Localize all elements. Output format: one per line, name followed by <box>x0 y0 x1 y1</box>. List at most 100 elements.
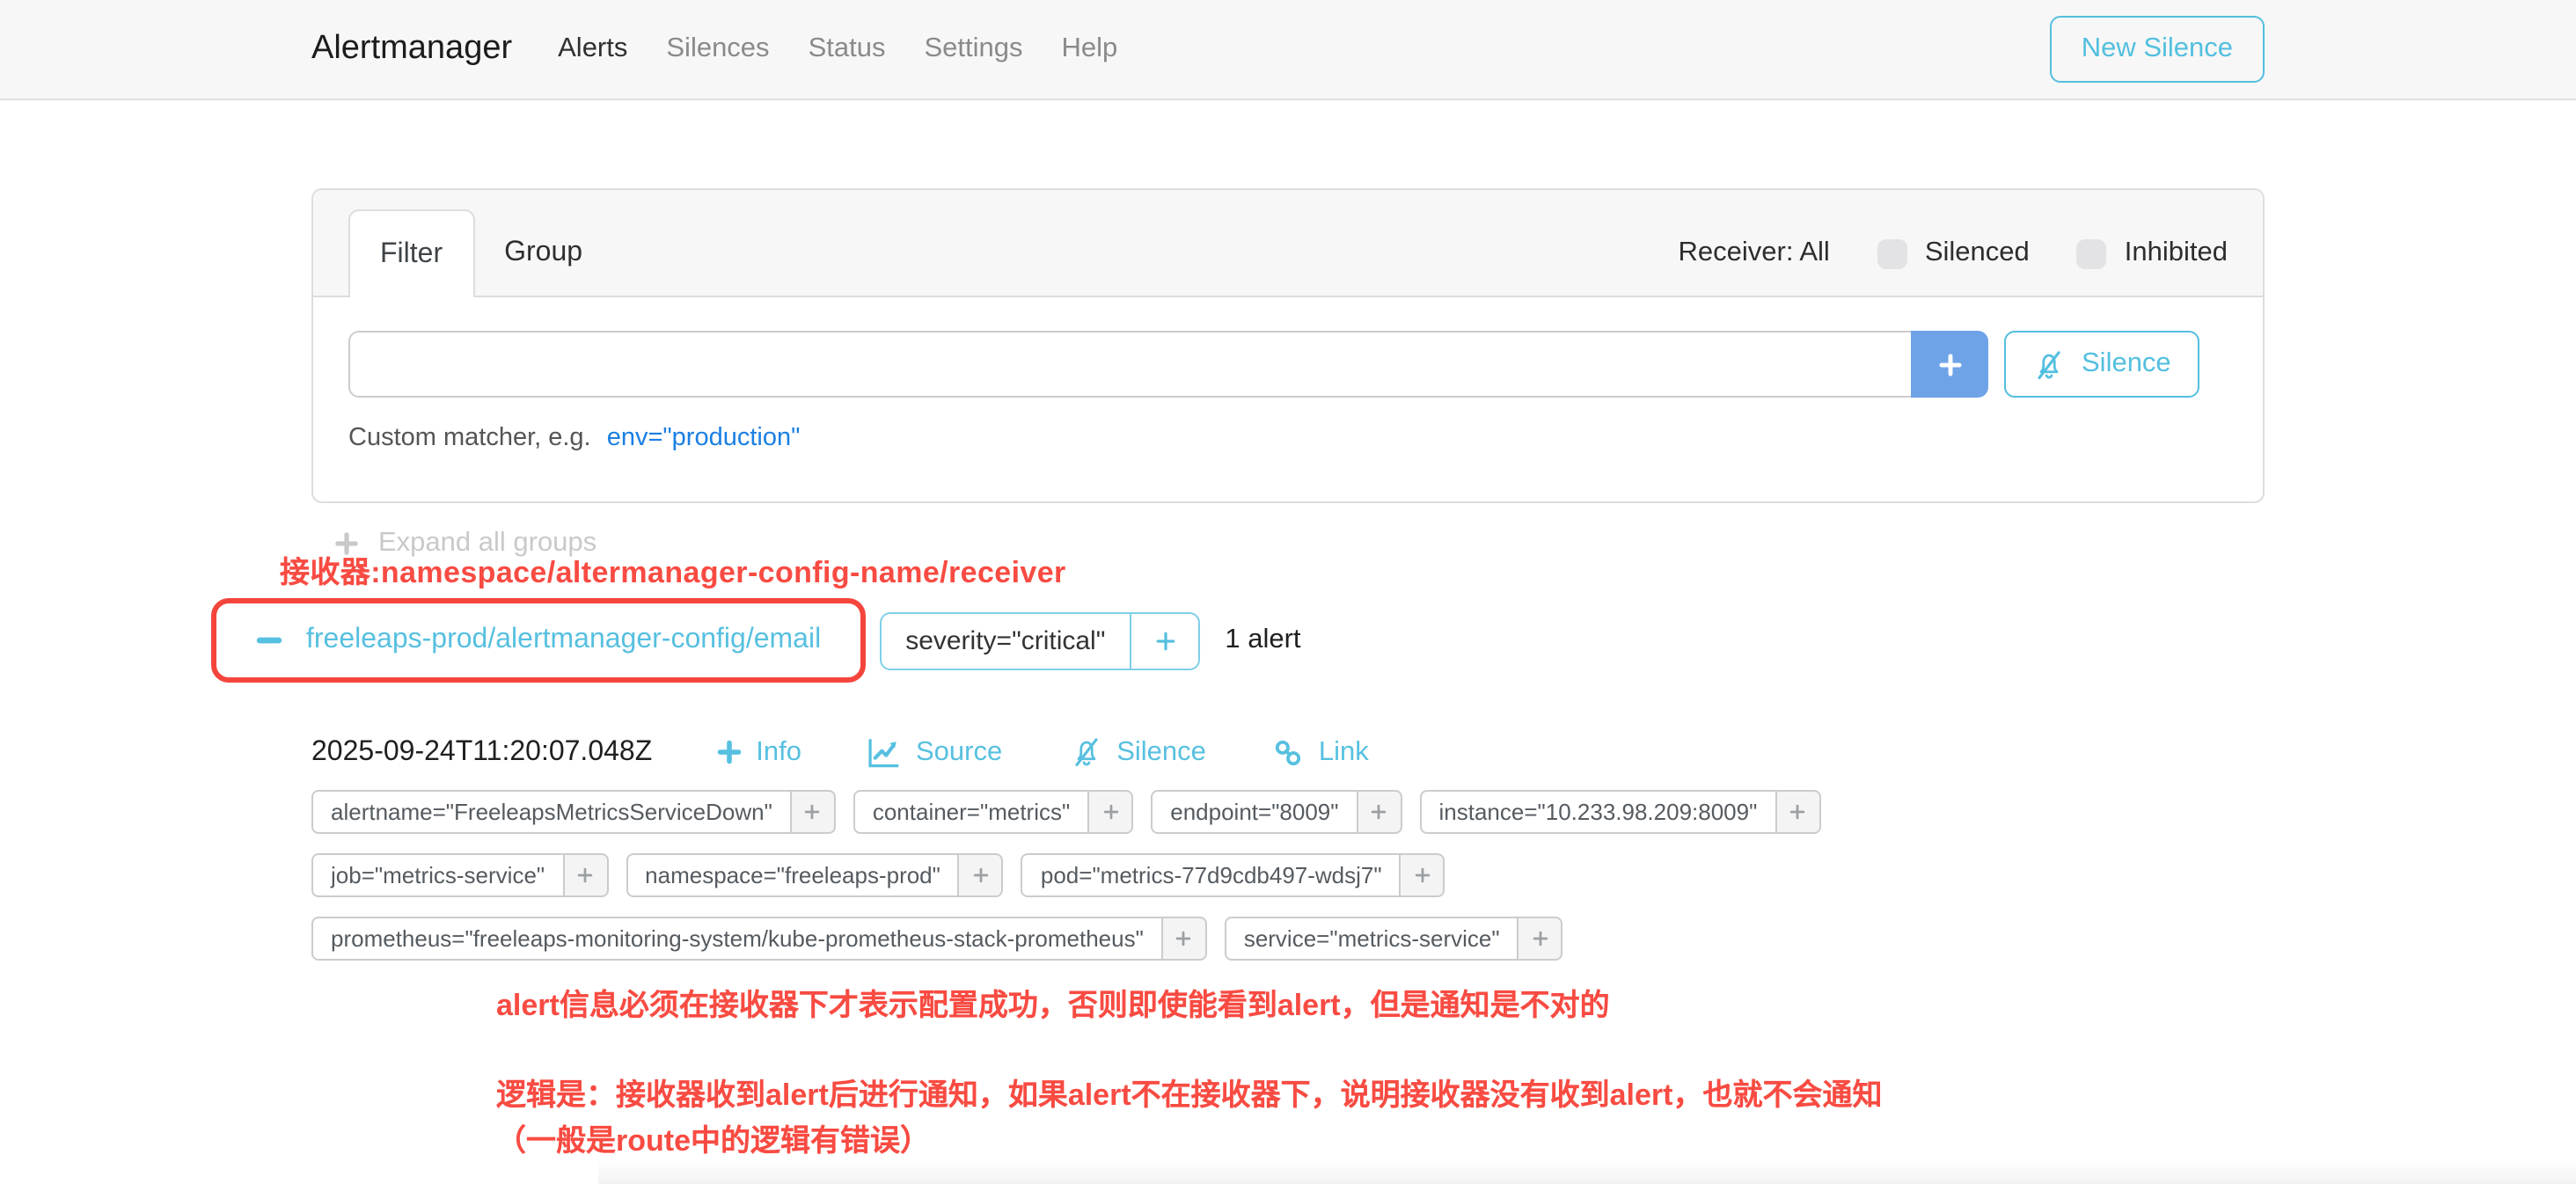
group-matcher-add-button[interactable] <box>1130 611 1200 669</box>
filter-card-body: Silence Custom matcher, e.g. env="produc… <box>313 297 2263 501</box>
silenced-checkbox-label: Silenced <box>1925 238 2030 269</box>
inhibited-checkbox[interactable] <box>2077 238 2107 268</box>
alert-info-label: Info <box>756 736 801 768</box>
nav-links: Alerts Silences Status Settings Help <box>558 33 1117 65</box>
page: Alertmanager Alerts Silences Status Sett… <box>0 0 2576 1184</box>
label-tag-add-button[interactable] <box>1161 917 1207 961</box>
alert-timestamp: 2025-09-24T11:20:07.048Z <box>311 736 652 768</box>
annotation-highlight-box: freeleaps-prod/alertmanager-config/email <box>211 598 865 683</box>
alert-count: 1 alert <box>1225 625 1300 656</box>
label-tag: pod="metrics-77d9cdb497-wdsj7" <box>1021 853 1445 897</box>
label-row: alertname="FreeleapsMetricsServiceDown" … <box>311 790 2265 834</box>
new-silence-button[interactable]: New Silence <box>2050 16 2265 83</box>
alert-link-link[interactable]: Link <box>1273 736 1369 768</box>
annotation-line-a: alert信息必须在接收器下才表示配置成功，否则即使能看到alert，但是通知是… <box>496 980 2265 1024</box>
plus-icon <box>1936 351 1963 377</box>
nav-item-settings[interactable]: Settings <box>924 33 1022 65</box>
annotation-line-c: （一般是route中的逻辑有错误） <box>496 1119 2265 1165</box>
label-row: prometheus="freeleaps-monitoring-system/… <box>311 917 2265 961</box>
receiver-group-button[interactable]: freeleaps-prod/alertmanager-config/email <box>225 609 851 672</box>
filter-card-header: Filter Group Receiver: All Silenced Inhi… <box>313 190 2263 297</box>
matcher-input-group <box>348 331 1988 398</box>
label-tag-add-button[interactable] <box>562 853 608 897</box>
label-tag-text: pod="metrics-77d9cdb497-wdsj7" <box>1021 853 1401 897</box>
plus-icon <box>1413 866 1432 885</box>
tab-group[interactable]: Group <box>474 209 612 297</box>
plus-icon <box>1370 802 1389 822</box>
plus-icon <box>1101 802 1120 822</box>
alert-silence-link[interactable]: Silence <box>1069 735 1206 769</box>
alert-info-link[interactable]: Info <box>715 736 801 768</box>
label-tag: prometheus="freeleaps-monitoring-system/… <box>311 917 1207 961</box>
receiver-group-label: freeleaps-prod/alertmanager-config/email <box>306 625 821 656</box>
plus-icon <box>1531 929 1550 948</box>
minus-icon <box>255 626 283 654</box>
silence-filter-button[interactable]: Silence <box>2004 331 2199 398</box>
bell-slash-icon <box>1069 735 1102 769</box>
plus-icon <box>1788 802 1807 822</box>
silence-filter-button-label: Silence <box>2082 348 2171 380</box>
label-tag-add-button[interactable] <box>1087 790 1133 834</box>
label-tag-text: prometheus="freeleaps-monitoring-system/… <box>311 917 1163 961</box>
label-tag-add-button[interactable] <box>1775 790 1820 834</box>
add-matcher-button[interactable] <box>1911 331 1988 398</box>
group-matcher-button[interactable]: severity="critical" <box>879 611 1131 669</box>
alert-source-link[interactable]: Source <box>868 736 1002 768</box>
nav-item-alerts[interactable]: Alerts <box>558 33 627 65</box>
nav-item-silences[interactable]: Silences <box>666 33 769 65</box>
plus-icon <box>715 739 742 765</box>
label-row: job="metrics-service" namespace="freelea… <box>311 853 2265 897</box>
label-tag-text: instance="10.233.98.209:8009" <box>1420 790 1777 834</box>
matcher-input[interactable] <box>348 331 1911 398</box>
plus-icon <box>971 866 991 885</box>
alert-labels: alertname="FreeleapsMetricsServiceDown" … <box>311 790 2265 961</box>
label-tag: job="metrics-service" <box>311 853 608 897</box>
tab-filter[interactable]: Filter <box>348 209 474 297</box>
nav-item-help[interactable]: Help <box>1062 33 1118 65</box>
label-tag-add-button[interactable] <box>1518 917 1563 961</box>
matcher-hint: Custom matcher, e.g. env="production" <box>348 424 2228 452</box>
label-tag: instance="10.233.98.209:8009" <box>1420 790 1821 834</box>
receiver-filter-dropdown[interactable]: Receiver: All <box>1679 238 1830 269</box>
alert-silence-label: Silence <box>1116 736 1206 768</box>
label-tag-text: container="metrics" <box>853 790 1089 834</box>
plus-icon <box>803 802 823 822</box>
label-tag-add-button[interactable] <box>1357 790 1402 834</box>
annotation-receiver-format: 接收器:namespace/altermanager-config-name/r… <box>280 547 2265 591</box>
silenced-checkbox-group[interactable]: Silenced <box>1877 238 2030 269</box>
label-tag-add-button[interactable] <box>958 853 1004 897</box>
expand-row: Expand all groups 接收器:namespace/alterman… <box>311 528 2265 591</box>
plus-icon <box>575 866 595 885</box>
plus-icon <box>1153 629 1176 652</box>
chart-line-icon <box>868 736 902 768</box>
top-navbar: Alertmanager Alerts Silences Status Sett… <box>0 0 2576 100</box>
plus-icon <box>1175 929 1194 948</box>
label-tag-text: job="metrics-service" <box>311 853 564 897</box>
bell-slash-icon <box>2032 347 2066 381</box>
label-tag-text: endpoint="8009" <box>1151 790 1358 834</box>
filter-options: Receiver: All Silenced Inhibited <box>1679 209 2228 297</box>
label-tag-add-button[interactable] <box>790 790 836 834</box>
alert-group-row: freeleaps-prod/alertmanager-config/email… <box>311 598 2265 683</box>
label-tag: alertname="FreeleapsMetricsServiceDown" <box>311 790 836 834</box>
inhibited-checkbox-group[interactable]: Inhibited <box>2077 238 2228 269</box>
filter-card: Filter Group Receiver: All Silenced Inhi… <box>311 188 2265 503</box>
matcher-hint-example-link[interactable]: env="production" <box>607 424 801 452</box>
alert-header: 2025-09-24T11:20:07.048Z Info <box>311 735 2265 769</box>
nav-item-status[interactable]: Status <box>809 33 886 65</box>
label-tag-add-button[interactable] <box>1400 853 1445 897</box>
label-tag-text: alertname="FreeleapsMetricsServiceDown" <box>311 790 792 834</box>
label-tag-text: service="metrics-service" <box>1225 917 1519 961</box>
app-brand[interactable]: Alertmanager <box>311 30 512 69</box>
label-tag: namespace="freeleaps-prod" <box>626 853 1004 897</box>
annotation-line-bc: 逻辑是：接收器收到alert后进行通知，如果alert不在接收器下，说明接收器没… <box>496 1073 2265 1165</box>
group-matcher-group: severity="critical" <box>879 611 1200 669</box>
label-tag: service="metrics-service" <box>1225 917 1563 961</box>
matcher-hint-text: Custom matcher, e.g. <box>348 424 591 452</box>
label-tag: container="metrics" <box>853 790 1133 834</box>
alert-source-label: Source <box>916 736 1002 768</box>
alert-actions: Info Source <box>715 735 1369 769</box>
silenced-checkbox[interactable] <box>1877 238 1907 268</box>
inhibited-checkbox-label: Inhibited <box>2125 238 2228 269</box>
label-tag-text: namespace="freeleaps-prod" <box>626 853 960 897</box>
